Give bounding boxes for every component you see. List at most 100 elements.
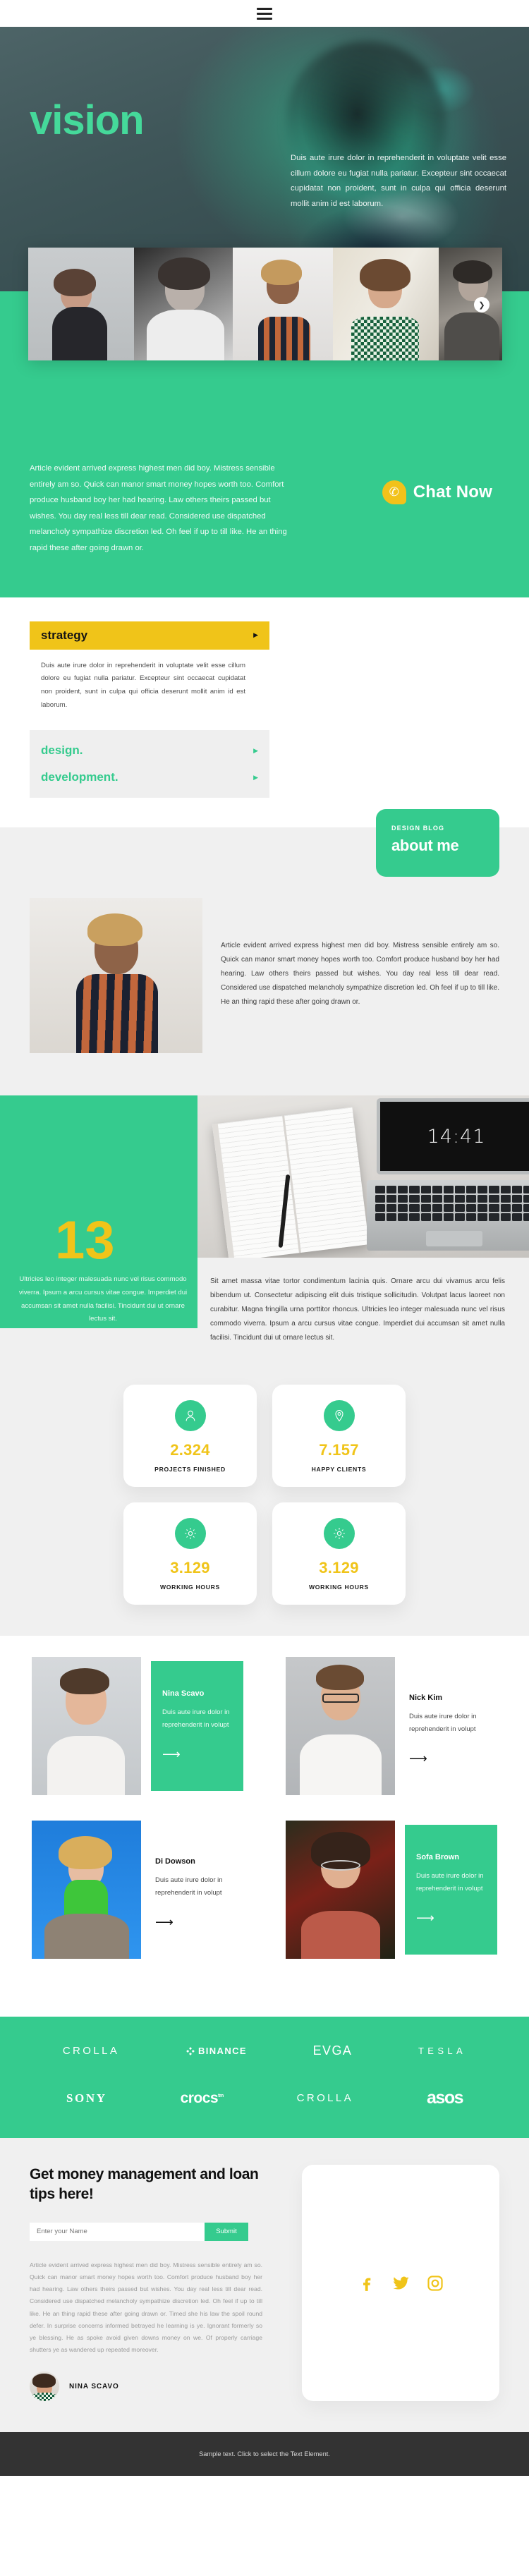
binance-diamond-icon — [186, 2047, 195, 2055]
stat-value: 3.129 — [319, 1559, 359, 1577]
chevron-right-icon[interactable]: ❯ — [474, 297, 490, 312]
team-member-info: Sofa Brown Duis aute irure dolor in repr… — [405, 1825, 497, 1955]
team-section: Nina Scavo Duis aute irure dolor in repr… — [0, 1636, 529, 2017]
accordion-label: strategy — [41, 628, 88, 642]
brand-logo-crolla: CROLLA — [296, 2092, 354, 2105]
stat-value: 2.324 — [170, 1441, 210, 1459]
newsletter-title: Get money management and loan tips here! — [30, 2166, 259, 2203]
gallery-photo[interactable] — [233, 248, 333, 360]
intro-paragraph: Article evident arrived express highest … — [30, 464, 287, 552]
triangle-right-icon: ▶ — [253, 773, 258, 781]
team-member-name: Di Dowson — [155, 1857, 195, 1866]
stats-grid: 2.324 PROJECTS FINISHED 7.157 HAPPY CLIE… — [123, 1385, 406, 1605]
about-kicker: DESIGN BLOG — [391, 825, 445, 832]
arrow-right-icon[interactable]: ⟶ — [162, 1747, 232, 1762]
instagram-icon[interactable] — [426, 2274, 444, 2292]
top-bar — [0, 0, 529, 27]
social-panel — [302, 2165, 499, 2402]
gallery-photo[interactable] — [28, 248, 134, 360]
newsletter-left: Get money management and loan tips here!… — [30, 2165, 285, 2402]
gear-icon — [323, 1518, 355, 1550]
desk-photo: 14:41 — [197, 1095, 529, 1258]
accordion-item-design[interactable]: design. ▶ — [30, 737, 269, 764]
brand-logo-asos: asos — [427, 2088, 463, 2108]
hero-paragraph: Duis aute irure dolor in reprehenderit i… — [291, 154, 506, 209]
triangle-right-icon: ▶ — [253, 746, 258, 754]
about-section: DESIGN BLOG about me Article evident arr… — [0, 809, 529, 1096]
stat-card: 3.129 WORKING HOURS — [123, 1502, 257, 1605]
counter-number: 13 — [55, 1210, 115, 1271]
team-member-card[interactable]: Sofa Brown Duis aute irure dolor in repr… — [286, 1821, 497, 1960]
counter-paragraph: Sit amet massa vitae tortor condimentum … — [210, 1277, 505, 1342]
team-member-photo — [286, 1657, 395, 1796]
team-row: Nina Scavo Duis aute irure dolor in repr… — [0, 1657, 529, 1796]
gallery-photo[interactable] — [134, 248, 233, 360]
name-input[interactable] — [30, 2222, 205, 2241]
gear-icon — [174, 1518, 206, 1550]
gallery-photo[interactable] — [439, 248, 502, 360]
stat-label: WORKING HOURS — [159, 1584, 220, 1591]
facebook-icon[interactable] — [358, 2274, 376, 2292]
newsletter-paragraph: Article evident arrived express highest … — [30, 2261, 262, 2354]
accordion-item-development[interactable]: development. ▶ — [30, 764, 269, 791]
team-member-desc: Duis aute irure dolor in reprehenderit i… — [416, 1872, 484, 1892]
laptop-image: 14:41 — [360, 1095, 529, 1258]
team-member-card[interactable]: Di Dowson Duis aute irure dolor in repre… — [32, 1821, 243, 1960]
arrow-right-icon[interactable]: ⟶ — [409, 1751, 497, 1766]
twitter-icon[interactable] — [391, 2273, 411, 2292]
gallery-band: ❯ — [0, 248, 529, 461]
brand-logo-crolla: CROLLA — [62, 2045, 120, 2058]
accordion-item-strategy[interactable]: strategy ▶ — [30, 621, 269, 650]
team-member-card[interactable]: Nina Scavo Duis aute irure dolor in repr… — [32, 1657, 243, 1796]
chat-now-button[interactable]: ✆ Chat Now — [382, 480, 492, 504]
chat-now-label: Chat Now — [413, 482, 492, 502]
accordion-label: development. — [41, 770, 118, 784]
laptop-screen: 14:41 — [377, 1098, 529, 1175]
brands-section: CROLLA BINANCE EVGA TESLA SONY crocstm C… — [0, 2017, 529, 2139]
clock-display: 14:41 — [427, 1125, 486, 1148]
brand-logo-tesla: TESLA — [418, 2046, 467, 2057]
about-badge: DESIGN BLOG about me — [376, 809, 499, 877]
team-row: Di Dowson Duis aute irure dolor in repre… — [0, 1821, 529, 1960]
team-member-desc: Duis aute irure dolor in reprehenderit i… — [409, 1713, 477, 1733]
notebook-image — [212, 1107, 370, 1258]
brand-logo-binance: BINANCE — [186, 2046, 247, 2056]
phone-bubble-icon: ✆ — [382, 480, 406, 504]
about-heading: about me — [391, 837, 459, 855]
team-member-photo — [286, 1821, 395, 1960]
team-member-name: Sofa Brown — [416, 1853, 460, 1862]
arrow-right-icon[interactable]: ⟶ — [416, 1911, 486, 1926]
footer: Sample text. Click to select the Text El… — [0, 2432, 529, 2477]
brand-logo-crocs: crocstm — [180, 2089, 224, 2106]
brand-logo-evga: EVGA — [312, 2043, 353, 2058]
accordion-label: design. — [41, 743, 83, 758]
landing-page: vision Duis aute irure dolor in reprehen… — [0, 0, 529, 2477]
newsletter-form: Submit — [30, 2222, 248, 2241]
brand-label: crocs — [180, 2089, 219, 2106]
photo-gallery-carousel[interactable]: ❯ — [28, 248, 502, 360]
arrow-right-icon[interactable]: ⟶ — [155, 1915, 243, 1930]
accordion-body-strategy: Duis aute irure dolor in reprehenderit i… — [41, 661, 245, 709]
team-member-card[interactable]: Nick Kim Duis aute irure dolor in repreh… — [286, 1657, 497, 1796]
hamburger-menu-icon[interactable] — [257, 7, 272, 20]
stat-value: 7.157 — [319, 1441, 359, 1459]
brands-row: SONY crocstm CROLLA asos — [0, 2088, 529, 2108]
team-member-info: Nina Scavo Duis aute irure dolor in repr… — [151, 1661, 243, 1792]
stat-card: 2.324 PROJECTS FINISHED — [123, 1385, 257, 1488]
newsletter-author: NINA SCAVO — [30, 2371, 285, 2402]
stat-label: PROJECTS FINISHED — [154, 1466, 226, 1474]
team-member-photo — [32, 1821, 141, 1960]
author-name: NINA SCAVO — [69, 2382, 119, 2390]
team-member-photo — [32, 1657, 141, 1796]
triangle-right-icon: ▶ — [253, 631, 258, 639]
submit-button[interactable]: Submit — [205, 2222, 248, 2241]
gallery-photo[interactable] — [333, 248, 439, 360]
team-member-info: Di Dowson Duis aute irure dolor in repre… — [141, 1821, 243, 1959]
avatar — [30, 2371, 59, 2402]
team-member-desc: Duis aute irure dolor in reprehenderit i… — [155, 1876, 223, 1897]
stats-section: 2.324 PROJECTS FINISHED 7.157 HAPPY CLIE… — [0, 1363, 529, 1636]
keyboard-keys — [375, 1186, 529, 1227]
newsletter-section: Get money management and loan tips here!… — [0, 2138, 529, 2433]
stat-value: 3.129 — [170, 1559, 210, 1577]
counter-note: Ultricies leo integer malesuada nunc vel… — [18, 1275, 188, 1323]
